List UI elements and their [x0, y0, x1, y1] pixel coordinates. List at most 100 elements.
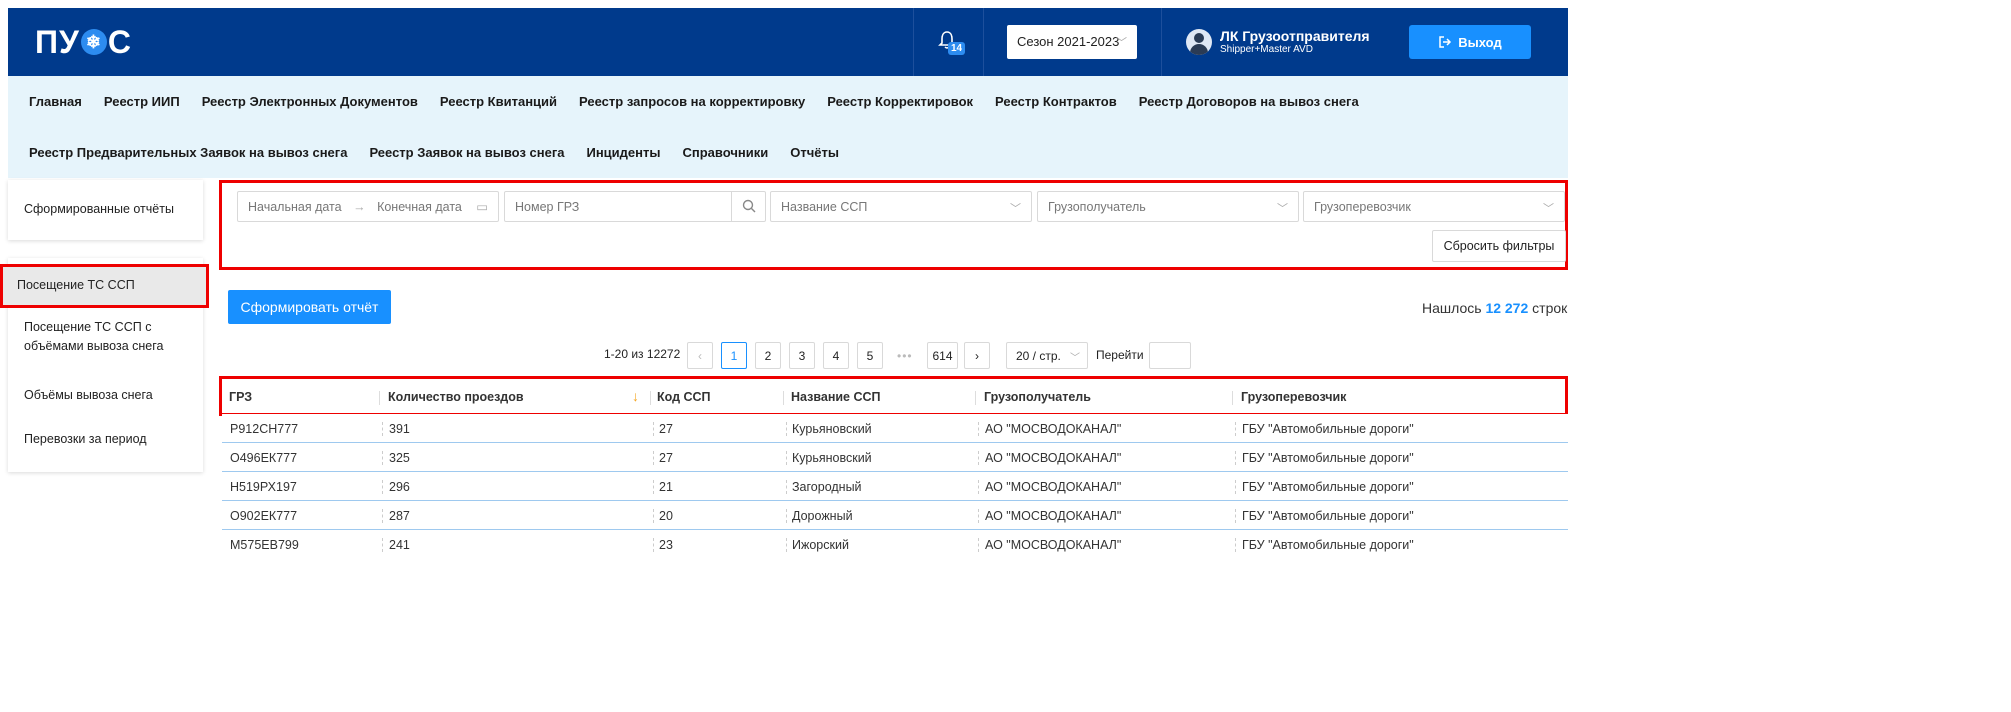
table-cell: 21 [659, 480, 673, 494]
nav-item-receipts-registry[interactable]: Реестр Квитанций [440, 94, 557, 109]
snowflake-icon: ❄ [80, 29, 107, 55]
table-cell: ГБУ "Автомобильные дороги" [1242, 538, 1414, 552]
goto-label: Перейти [1096, 348, 1144, 362]
date-range-picker[interactable]: Начальная дата → Конечная дата ▭ [237, 191, 499, 222]
nav-row-1: Главная Реестр ИИП Реестр Электронных До… [29, 94, 1359, 109]
table-cell: Ижорский [792, 538, 849, 552]
col-ssp-name[interactable]: Название ССП [791, 390, 881, 404]
next-page-button[interactable]: › [964, 342, 990, 369]
results-suffix: строк [1532, 300, 1568, 316]
nav-item-directories[interactable]: Справочники [682, 145, 768, 160]
nav-item-edoc-registry[interactable]: Реестр Электронных Документов [202, 94, 418, 109]
col-trips[interactable]: Количество проездов [388, 390, 524, 404]
sort-desc-icon[interactable]: ↓ [632, 388, 639, 404]
table-cell: О496ЕК777 [230, 451, 298, 465]
sidebar-item-snow-volumes[interactable]: Объёмы вывоза снега [24, 386, 153, 405]
chevron-right-icon: › [975, 348, 979, 363]
table-cell: Курьяновский [792, 451, 872, 465]
table-cell: АО "МОСВОДОКАНАЛ" [985, 480, 1122, 494]
goto-input[interactable] [1149, 342, 1191, 369]
reset-filters-button[interactable]: Сбросить фильтры [1432, 230, 1566, 262]
calendar-icon: ▭ [476, 200, 488, 214]
nav-item-snow-agreements[interactable]: Реестр Договоров на вывоз снега [1139, 94, 1359, 109]
nav-item-reports[interactable]: Отчёты [790, 145, 839, 160]
user-profile[interactable]: ЛК Грузоотправителя Shipper+Master AVD [1186, 25, 1370, 59]
cell-divider [653, 422, 654, 436]
pagination-ellipsis[interactable]: ••• [897, 349, 913, 376]
nav-item-snow-requests[interactable]: Реестр Заявок на вывоз снега [369, 145, 564, 160]
page-button[interactable]: 1 [721, 342, 747, 369]
grz-search-input[interactable]: Номер ГРЗ [504, 191, 766, 222]
nav-item-preliminary-requests[interactable]: Реестр Предварительных Заявок на вывоз с… [29, 145, 347, 160]
nav-row-2: Реестр Предварительных Заявок на вывоз с… [29, 145, 839, 160]
nav-item-iip-registry[interactable]: Реестр ИИП [104, 94, 180, 109]
page-button[interactable]: 3 [789, 342, 815, 369]
consignee-select[interactable]: Грузополучатель ﹀ [1037, 191, 1299, 222]
page-button-last[interactable]: 614 [927, 342, 958, 369]
cell-divider [978, 509, 979, 523]
table-row[interactable]: О902ЕК777 287 20 Дорожный АО "МОСВОДОКАНАЛ" Г… [222, 501, 1568, 530]
page-size-select[interactable]: 20 / стр. ﹀ [1006, 342, 1088, 369]
notifications-badge: 14 [948, 42, 966, 55]
ssp-select[interactable]: Название ССП ﹀ [770, 191, 1032, 222]
nav-item-incidents[interactable]: Инциденты [586, 145, 660, 160]
table-cell: 287 [389, 509, 410, 523]
col-consignee[interactable]: Грузополучатель [984, 390, 1091, 404]
table-cell: АО "МОСВОДОКАНАЛ" [985, 422, 1122, 436]
cell-divider [1235, 538, 1236, 552]
consignee-placeholder: Грузополучатель [1048, 200, 1146, 214]
table-cell: ГБУ "Автомобильные дороги" [1242, 451, 1414, 465]
table-cell: АО "МОСВОДОКАНАЛ" [985, 451, 1122, 465]
sidebar-item-visits-volumes[interactable]: Посещение ТС ССП с объёмами вывоза снега [24, 318, 189, 356]
col-carrier[interactable]: Грузоперевозчик [1241, 390, 1346, 404]
table-cell: 241 [389, 538, 410, 552]
page-size-value: 20 / стр. [1016, 348, 1061, 363]
table-cell: О902ЕК777 [230, 509, 298, 523]
end-date-input[interactable]: Конечная дата [377, 200, 462, 214]
search-button[interactable] [731, 192, 765, 221]
notifications-button[interactable]: 14 [938, 30, 966, 60]
logout-button[interactable]: Выход [1409, 25, 1531, 59]
chevron-down-icon: ﹀ [1543, 203, 1554, 215]
app-logo[interactable]: ПУ ❄ С [35, 24, 132, 60]
table-cell: Курьяновский [792, 422, 872, 436]
sidebar-item-visits[interactable]: Посещение ТС ССП [0, 264, 209, 308]
cell-divider [1235, 422, 1236, 436]
cell-divider [382, 509, 383, 523]
page-button[interactable]: 2 [755, 342, 781, 369]
table-row[interactable]: О496ЕК777 325 27 Курьяновский АО "МОСВОДОКАН… [222, 443, 1568, 472]
table-row[interactable]: Н519РХ197 296 21 Загородный АО "МОСВОДОКАНАЛ… [222, 472, 1568, 501]
col-grz[interactable]: ГРЗ [229, 390, 252, 404]
table-cell: 27 [659, 451, 673, 465]
page-button[interactable]: 4 [823, 342, 849, 369]
table-cell: 20 [659, 509, 673, 523]
nav-item-corrections[interactable]: Реестр Корректировок [827, 94, 973, 109]
logo-text-end: С [107, 23, 133, 60]
sidebar-item-transport-period[interactable]: Перевозки за период [24, 430, 147, 449]
page-button[interactable]: 5 [857, 342, 883, 369]
table-row[interactable]: Р912СН777 391 27 Курьяновский АО "МОСВОДОКАН… [222, 414, 1568, 443]
cell-divider [978, 480, 979, 494]
col-ssp-code[interactable]: Код ССП [657, 390, 711, 404]
table-cell: 27 [659, 422, 673, 436]
divider [983, 8, 984, 76]
col-divider [1232, 391, 1233, 405]
table-row[interactable]: М575ЕВ799 241 23 Ижорский АО "МОСВОДОКАНАЛ" Г… [222, 530, 1568, 555]
results-number: 12 272 [1485, 300, 1529, 316]
nav-item-home[interactable]: Главная [29, 94, 82, 109]
nav-item-contracts[interactable]: Реестр Контрактов [995, 94, 1117, 109]
prev-page-button[interactable]: ‹ [687, 342, 713, 369]
cell-divider [382, 451, 383, 465]
sidebar-item-generated-reports[interactable]: Сформированные отчёты [24, 200, 174, 219]
cell-divider [1235, 480, 1236, 494]
carrier-select[interactable]: Грузоперевозчик ﹀ [1303, 191, 1565, 222]
table-header: ГРЗ Количество проездов ↓ Код ССП Назван… [219, 376, 1568, 416]
table-cell: Р912СН777 [230, 422, 299, 436]
nav-item-correction-requests[interactable]: Реестр запросов на корректировку [579, 94, 805, 109]
generate-report-button[interactable]: Сформировать отчёт [228, 290, 391, 324]
divider [913, 8, 914, 76]
logout-label: Выход [1458, 34, 1502, 50]
start-date-input[interactable]: Начальная дата [248, 200, 342, 214]
table-cell: М575ЕВ799 [230, 538, 299, 552]
season-select[interactable]: Сезон 2021-2023 ﹀ [1007, 25, 1137, 59]
